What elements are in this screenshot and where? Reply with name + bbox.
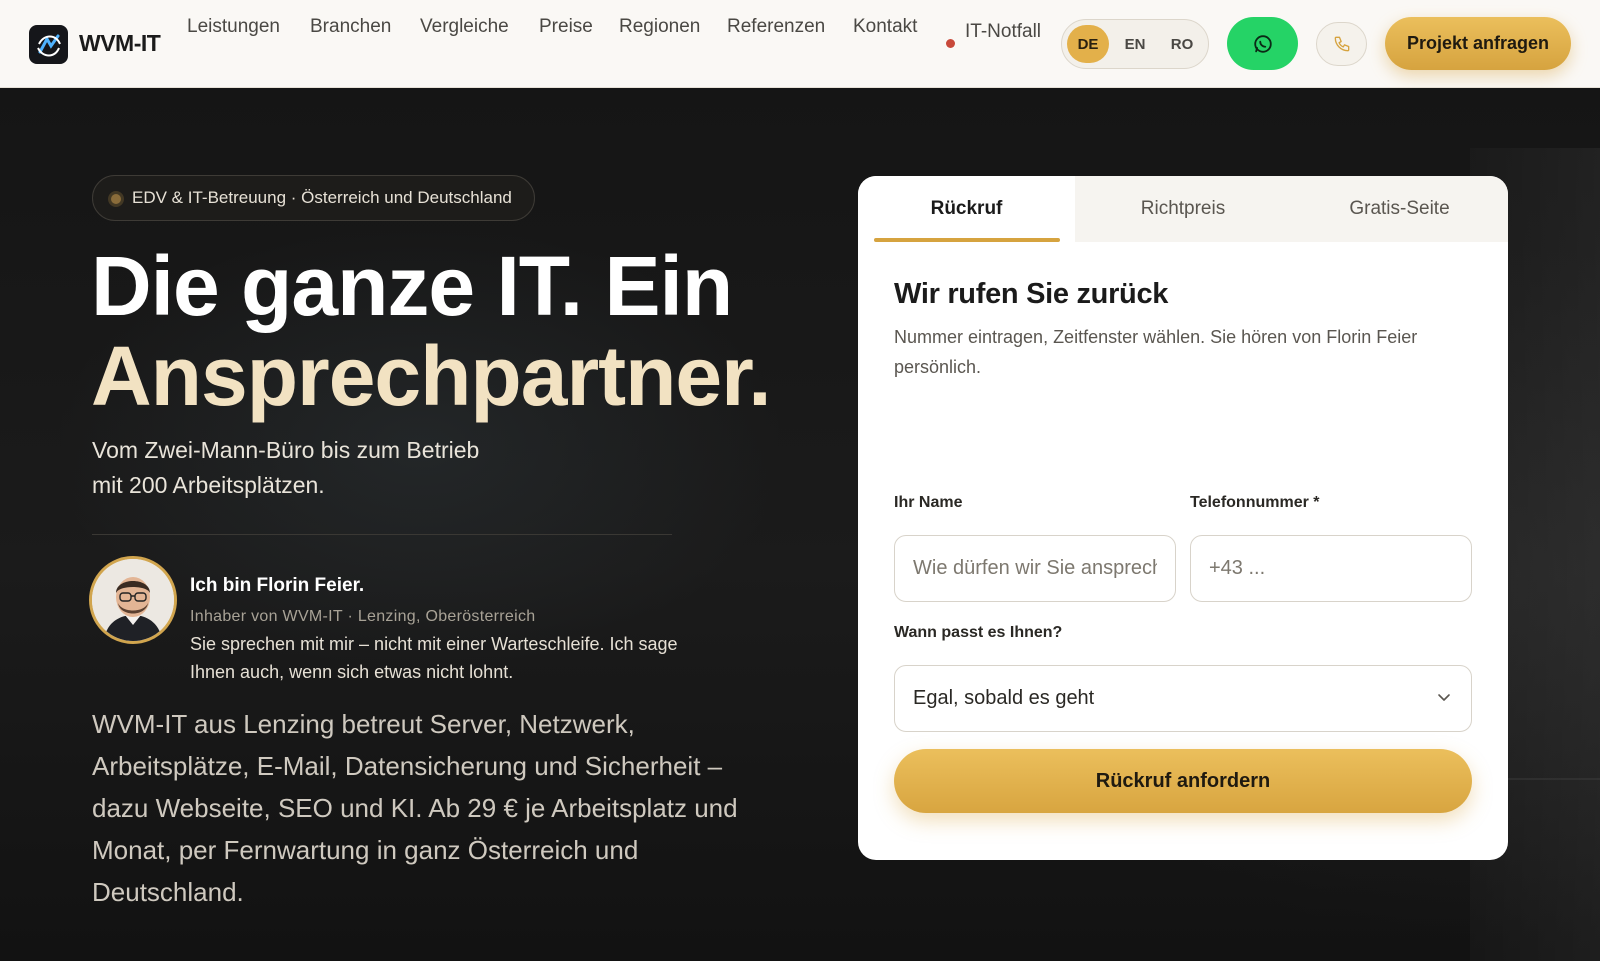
- tab-richtpreis[interactable]: Richtpreis: [1075, 176, 1291, 242]
- form-tabs: Rückruf Richtpreis Gratis-Seite: [858, 176, 1508, 242]
- tab-gratis-seite[interactable]: Gratis-Seite: [1291, 176, 1508, 242]
- nav-item-vergleiche[interactable]: Vergleiche: [420, 16, 509, 38]
- whatsapp-icon: [1253, 34, 1272, 53]
- nav-item-preise[interactable]: Preise: [539, 16, 593, 38]
- phone-button[interactable]: [1316, 22, 1367, 66]
- brand-name[interactable]: WVM-IT: [79, 30, 161, 57]
- time-select[interactable]: Egal, sobald es geht: [894, 665, 1472, 732]
- site-header: WVM-IT Leistungen Branchen Vergleiche Pr…: [0, 0, 1600, 88]
- time-label: Wann passt es Ihnen?: [894, 624, 1063, 641]
- hero-subline: Vom Zwei-Mann-Büro bis zum Betrieb mit 2…: [92, 437, 480, 498]
- person-role: Inhaber von WVM-IT · Lenzing, Oberösterr…: [190, 608, 536, 625]
- headline-line-1: Die ganze IT. Ein: [91, 239, 733, 333]
- phone-input[interactable]: [1190, 535, 1472, 602]
- nav-item-it-notfall[interactable]: IT-Notfall: [965, 16, 1045, 47]
- active-tab-indicator: [874, 238, 1060, 242]
- divider: [92, 534, 672, 535]
- tab-rueckruf[interactable]: Rückruf: [858, 176, 1075, 242]
- chevron-down-icon: [1438, 694, 1450, 701]
- name-label: Ihr Name: [894, 494, 963, 511]
- nav-item-leistungen[interactable]: Leistungen: [187, 16, 280, 38]
- nav-item-referenzen[interactable]: Referenzen: [727, 16, 825, 38]
- logo-icon[interactable]: [29, 25, 68, 64]
- background-decoration-line: [1500, 778, 1600, 780]
- rueckruf-anfordern-button[interactable]: Rückruf anfordern: [894, 749, 1472, 813]
- hero-badge: EDV & IT-Betreuung · Österreich und Deut…: [92, 175, 535, 221]
- time-select-value: Egal, sobald es geht: [913, 687, 1095, 709]
- hero-body-text: WVM-IT aus Lenzing betreut Server, Netzw…: [92, 709, 738, 907]
- avatar: [89, 556, 177, 644]
- person-quote: Sie sprechen mit mir – nicht mit einer W…: [190, 634, 678, 682]
- person-name: Ich bin Florin Feier.: [190, 575, 365, 596]
- name-input[interactable]: [894, 535, 1176, 602]
- lang-ro[interactable]: RO: [1161, 25, 1203, 63]
- lang-en[interactable]: EN: [1114, 25, 1156, 63]
- language-switcher: DE EN RO: [1061, 19, 1209, 69]
- badge-text: EDV & IT-Betreuung · Österreich und Deut…: [132, 188, 512, 207]
- notfall-status-dot: [946, 39, 955, 48]
- hero-section: EDV & IT-Betreuung · Österreich und Deut…: [0, 88, 1600, 961]
- projekt-anfragen-button[interactable]: Projekt anfragen: [1385, 17, 1571, 70]
- form-title: Wir rufen Sie zurück: [894, 278, 1169, 310]
- badge-dot-icon: [111, 194, 121, 204]
- phone-label: Telefonnummer *: [1190, 494, 1320, 511]
- callback-form-card: Rückruf Richtpreis Gratis-Seite Wir rufe…: [858, 176, 1508, 860]
- form-description: Nummer eintragen, Zeitfenster wählen. Si…: [894, 327, 1418, 377]
- nav-item-branchen[interactable]: Branchen: [310, 16, 391, 38]
- whatsapp-button[interactable]: [1227, 17, 1298, 70]
- phone-icon: [1334, 36, 1349, 52]
- headline-line-2: Ansprechpartner.: [91, 329, 772, 423]
- nav-item-regionen[interactable]: Regionen: [619, 16, 700, 38]
- nav-item-kontakt[interactable]: Kontakt: [853, 16, 917, 38]
- lang-de[interactable]: DE: [1067, 25, 1109, 63]
- hero-headline: Die ganze IT. Ein Ansprechpartner.: [91, 241, 851, 421]
